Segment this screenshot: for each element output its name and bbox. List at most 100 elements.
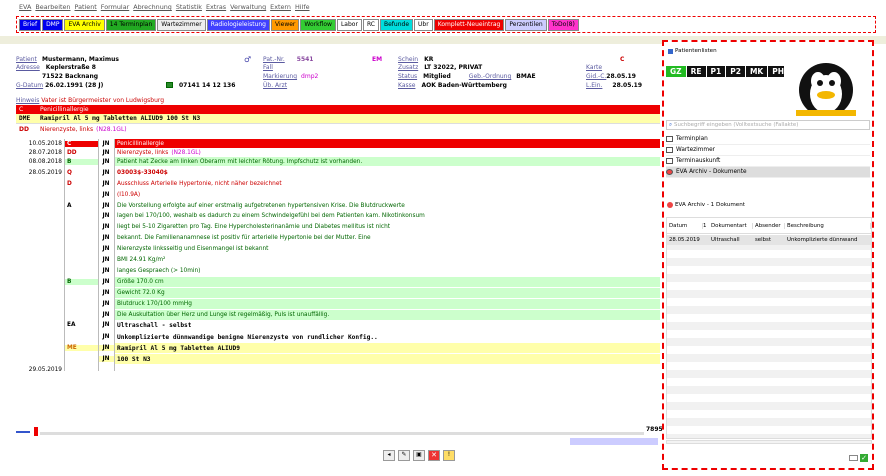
doc-col-header[interactable]: Beschreibung xyxy=(785,222,871,229)
save-icon[interactable]: ▣ xyxy=(413,450,425,461)
h-scrollbar[interactable] xyxy=(40,432,644,435)
label-kasse[interactable]: Kasse xyxy=(398,82,415,89)
label-gebordnung[interactable]: Geb.-Ordnung xyxy=(469,73,512,80)
journal-row[interactable]: JN (I10.9A) xyxy=(16,190,660,199)
doc-table-row[interactable]: 28.05.2019 Ultraschall selbst Unkompliziert… xyxy=(667,235,871,245)
journal-row[interactable]: ME JN Ramipril Al 5 mg Tabletten ALIUD9 xyxy=(16,343,660,353)
toolbar-button[interactable]: Labor xyxy=(336,18,362,31)
toolbar-button[interactable]: Viewer xyxy=(271,18,300,31)
journal-row[interactable]: JN Gewicht 72.0 Kg xyxy=(16,288,660,298)
doc-col-header[interactable]: Dokumentart xyxy=(709,222,753,229)
journal-row[interactable]: 08.08.2018 B JN Patient hat Zecke am linken… xyxy=(16,157,660,166)
list-badge[interactable]: P2 xyxy=(726,66,745,77)
toolbar-button[interactable]: Ubr xyxy=(414,18,433,31)
info-icon[interactable]: ! xyxy=(443,450,455,461)
nav-item[interactable]: Terminplan xyxy=(666,134,870,145)
list-badge[interactable]: P1 xyxy=(706,66,726,77)
toolbar-button[interactable]: EVA Archiv xyxy=(64,18,105,31)
journal-user: JN xyxy=(102,224,110,230)
toolbar-button[interactable]: Komplett-Neueintrag xyxy=(433,18,505,31)
menu-item[interactable]: Statistik xyxy=(176,3,202,13)
menu-item[interactable]: Abrechnung xyxy=(133,3,172,13)
journal-row[interactable]: 28.07.2018 DD JN Nierenzyste, links (N28.1GL… xyxy=(16,148,660,157)
menu-item[interactable]: Verwaltung xyxy=(230,3,266,13)
label-status[interactable]: Status xyxy=(398,73,417,80)
doc-col-header[interactable]: Datum xyxy=(667,222,703,229)
hinweis-label[interactable]: Hinweis xyxy=(16,97,39,104)
delete-icon[interactable]: ✕ xyxy=(428,450,440,461)
journal-row[interactable]: A JN Die Vorstellung erfolgte auf einer er… xyxy=(16,200,660,211)
label-gdatum[interactable]: G-Datum xyxy=(16,82,43,89)
menu-item[interactable]: Formular xyxy=(101,3,129,13)
menu-item[interactable]: Extras xyxy=(206,3,226,13)
journal-row[interactable]: JN langes Gespraech (> 10min) xyxy=(16,266,660,276)
journal-row[interactable]: JN Unkomplizierte dünnwandige benigne Nie… xyxy=(16,331,660,343)
menu-item[interactable]: Hilfe xyxy=(295,3,310,13)
journal-row[interactable]: JN Die Auskultation über Herz und Lunge i… xyxy=(16,310,660,320)
label-ubarzt[interactable]: Üb. Arzt xyxy=(263,82,287,89)
menu-item[interactable]: Extern xyxy=(270,3,291,13)
journal-row[interactable]: 29.05.2019 xyxy=(16,365,660,374)
checkbox-icon[interactable]: ✓ xyxy=(860,454,868,462)
doc-cell: 28.05.2019 xyxy=(669,237,700,243)
toolbar-button[interactable]: Workflow xyxy=(300,18,336,31)
right-scrollbar[interactable] xyxy=(666,440,872,444)
journal-code: DD xyxy=(67,149,77,156)
journal-row[interactable]: EA JN Ultraschall - selbst xyxy=(16,320,660,330)
journal-text-value: Größe 170.0 cm xyxy=(117,279,164,285)
list-badge[interactable]: RE xyxy=(686,66,706,77)
search-input[interactable]: ⌕ Suchbegriff eingeben (Volltextsuche (Fa… xyxy=(666,120,870,130)
toolbar-button[interactable]: Wartezimmer xyxy=(157,18,206,31)
journal-row[interactable]: JN Blutdruck 170/100 mmHg xyxy=(16,299,660,309)
nav-item[interactable]: EVA Archiv - Dokumente xyxy=(666,167,870,178)
journal-row[interactable]: JN bekannt. Die Familienanamnese ist posi… xyxy=(16,233,660,243)
doc-col-header[interactable]: Absender xyxy=(753,222,785,229)
label-gid[interactable]: Gid.-C. xyxy=(586,73,606,80)
nav-item[interactable]: Wartezimmer xyxy=(666,145,870,156)
toolbar-button[interactable]: ToDo(8) xyxy=(547,18,579,31)
toolbar-button[interactable]: RC xyxy=(362,18,379,31)
nav-item[interactable]: Terminauskunft xyxy=(666,156,870,167)
patient-lists-header[interactable]: Patientenlisten xyxy=(668,48,717,54)
doc-section-header[interactable]: EVA Archiv - 1 Dokument xyxy=(667,202,745,208)
menu-item[interactable]: Bearbeiten xyxy=(35,3,70,13)
label-adresse[interactable]: Adresse xyxy=(16,64,40,71)
label-fall[interactable]: Fall xyxy=(263,64,273,71)
list-badge[interactable]: GZ xyxy=(666,66,686,77)
journal-row[interactable]: D JN Ausschluss Arterielle Hypertonie, nic… xyxy=(16,179,660,189)
menu-item[interactable]: EVA xyxy=(19,3,31,13)
nav-first-icon[interactable]: ◂ xyxy=(383,450,395,461)
journal-row[interactable]: B JN Größe 170.0 cm xyxy=(16,277,660,287)
toolbar-button[interactable]: Befunde xyxy=(380,18,414,31)
dme-text: Ramipril Al 5 mg Tabletten ALIUD9 100 St… xyxy=(40,115,201,122)
label-karte[interactable]: Karte xyxy=(586,64,602,71)
menu-item[interactable]: Patient xyxy=(75,3,97,13)
journal-row[interactable]: 28.05.2019 Q JN 03003$-33040$ xyxy=(16,167,660,178)
toolbar-button[interactable]: Brief xyxy=(19,18,42,31)
journal-row[interactable]: 10.05.2018 C JN Penicillinallergie xyxy=(16,139,660,148)
toolbar-button[interactable]: Perzentilen xyxy=(505,18,547,31)
label-markierung[interactable]: Markierung xyxy=(263,73,297,80)
journal-row[interactable]: JN Nierenzyste linksseitig und Eisenmange… xyxy=(16,244,660,254)
label-patnr[interactable]: Pat.-Nr. xyxy=(263,56,285,63)
phone-icon[interactable] xyxy=(166,82,173,88)
edit-icon[interactable]: ✎ xyxy=(398,450,410,461)
label-zusatz[interactable]: Zusatz xyxy=(398,64,418,71)
journal-row[interactable]: JN 100 St N3 xyxy=(16,354,660,364)
list-badge[interactable]: MK xyxy=(745,66,768,77)
journal-user: JN xyxy=(102,181,110,187)
label-lein[interactable]: L.Ein. xyxy=(586,82,602,89)
cave-band[interactable]: C Penicillinallergie xyxy=(16,105,660,114)
journal-row[interactable]: JN liegt bei 5-10 Zigaretten pro Tag. Ein… xyxy=(16,222,660,232)
label-patient[interactable]: Patient xyxy=(16,56,37,63)
mail-icon[interactable] xyxy=(849,455,858,461)
dd-band[interactable]: DD Nierenzyste, links (N28.1GL) xyxy=(16,125,660,134)
dme-band[interactable]: DME Ramipril Al 5 mg Tabletten ALIUD9 100… xyxy=(16,114,660,124)
nav-label: EVA Archiv - Dokumente xyxy=(676,169,747,175)
journal-row[interactable]: JN BMI 24.91 Kg/m² xyxy=(16,255,660,265)
journal-row[interactable]: JN lagen bei 170/100, weshalb es dadurch … xyxy=(16,211,660,221)
toolbar-button[interactable]: DMP xyxy=(42,18,64,31)
toolbar-button[interactable]: 14 Terminplan xyxy=(105,18,157,31)
label-schein[interactable]: Schein xyxy=(398,56,418,63)
toolbar-button[interactable]: Radiologieleistung xyxy=(206,18,270,31)
